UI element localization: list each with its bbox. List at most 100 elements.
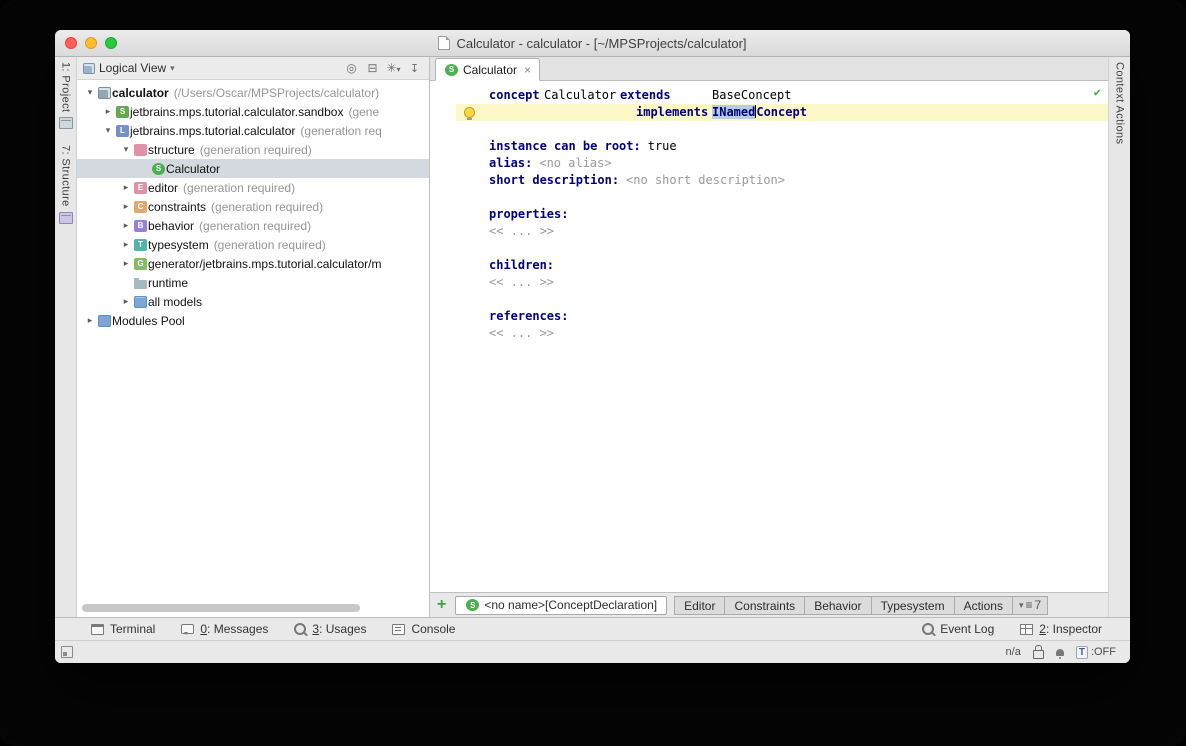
tree-item-icon — [134, 277, 147, 289]
code-line-properties[interactable]: properties: — [430, 206, 1108, 223]
implements-value-cell[interactable]: INamedConcept — [712, 104, 807, 121]
expand-arrow[interactable]: ▸ — [83, 315, 97, 326]
chevron-down-icon[interactable]: ▾ — [170, 63, 175, 74]
document-icon — [438, 36, 451, 50]
tree-row[interactable]: ▸ E editor (generation required) — [77, 178, 429, 197]
inspector-button[interactable]: 2: Inspector — [1020, 622, 1102, 636]
messages-button[interactable]: 0: Messages — [181, 622, 268, 636]
code-line-children[interactable]: children: — [430, 257, 1108, 274]
usages-button[interactable]: 3: Usages — [294, 622, 366, 636]
keyword-instance-root: instance can be root: — [489, 139, 641, 153]
add-aspect-button[interactable]: + — [437, 597, 446, 613]
expand-arrow[interactable]: ▾ — [101, 125, 115, 136]
chevron-down-icon: ▾ — [1018, 600, 1024, 610]
titlebar[interactable]: Calculator - calculator - [~/MPSProjects… — [55, 30, 1130, 57]
expand-arrow[interactable]: ▾ — [119, 144, 133, 155]
code-line-short-description[interactable]: short description: <no short description> — [430, 172, 1108, 189]
tree-row[interactable]: ▸ G generator/jetbrains.mps.tutorial.cal… — [77, 254, 429, 273]
keyword-children: children: — [489, 258, 555, 272]
expand-arrow[interactable]: ▸ — [119, 296, 133, 307]
concept-icon: S — [466, 599, 480, 611]
aspect-tab-editor[interactable]: Editor — [674, 595, 726, 615]
references-empty-cell[interactable]: << ... >> — [489, 326, 554, 340]
expand-arrow[interactable]: ▸ — [119, 239, 133, 250]
code-line-properties-empty[interactable]: << ... >> — [430, 223, 1108, 240]
collapse-all-icon[interactable]: ⊟ — [364, 61, 381, 75]
expand-arrow[interactable]: ▸ — [119, 201, 133, 212]
code-line-implements[interactable]: implements INamedConcept — [430, 104, 1108, 121]
tool-window-toggle-icon[interactable] — [61, 646, 73, 658]
aspect-tab-behavior[interactable]: Behavior — [804, 595, 872, 615]
concept-name-cell[interactable]: Calculator — [544, 87, 616, 104]
expand-arrow[interactable]: ▸ — [101, 106, 115, 117]
gear-icon[interactable]: ✳▾ — [385, 61, 402, 75]
code-line-references[interactable]: references: — [430, 308, 1108, 325]
code-editor[interactable]: concept Calculator extends BaseConcept i… — [430, 81, 1108, 592]
tree-row[interactable]: ▸ B behavior (generation required) — [77, 216, 429, 235]
editor-tab-calculator[interactable]: S Calculator × — [435, 58, 541, 81]
code-line-alias[interactable]: alias: <no alias> — [430, 155, 1108, 172]
instance-root-value[interactable]: true — [648, 139, 677, 153]
expand-arrow[interactable]: ▾ — [83, 87, 97, 98]
aspect-tab-actions[interactable]: Actions — [953, 595, 1013, 615]
short-description-value[interactable]: <no short description> — [626, 173, 785, 187]
extends-value-cell[interactable]: BaseConcept — [712, 87, 791, 104]
expand-arrow[interactable]: ▸ — [119, 220, 133, 231]
intention-bulb-icon[interactable] — [464, 107, 475, 120]
tree-item-icon — [134, 295, 147, 308]
hide-panel-icon[interactable]: ↧ — [406, 62, 423, 75]
tree-item-label: structure — [148, 142, 195, 157]
tree-item-label: constraints — [148, 199, 207, 214]
code-line-concept[interactable]: concept Calculator extends BaseConcept — [430, 87, 1108, 104]
tool-button-project[interactable]: 1: Project — [58, 62, 73, 130]
search-icon — [294, 623, 307, 635]
tree-row[interactable]: ▸ all models — [77, 292, 429, 311]
tool-button-structure[interactable]: 7: Structure — [58, 145, 73, 225]
code-line-children-empty[interactable]: << ... >> — [430, 274, 1108, 291]
horizontal-scrollbar[interactable] — [77, 604, 429, 613]
lock-icon[interactable] — [1032, 644, 1044, 659]
tool-button-context-actions[interactable]: Context Actions — [1114, 62, 1126, 144]
code-line-references-empty[interactable]: << ... >> — [430, 325, 1108, 342]
tree-row[interactable]: ▸ C constraints (generation required) — [77, 197, 429, 216]
event-log-button[interactable]: Event Log — [922, 622, 994, 636]
tree-item-label: Modules Pool — [112, 313, 185, 328]
tree-row[interactable]: ▾ structure (generation required) — [77, 140, 429, 159]
close-tab-icon[interactable]: × — [524, 63, 531, 77]
hidden-tabs-button[interactable]: ▾ ≡ 7 — [1011, 595, 1049, 615]
tree-item-detail: (generation required) — [199, 142, 312, 157]
current-node-tab[interactable]: S <no name>[ConceptDeclaration] — [455, 595, 668, 615]
terminal-button[interactable]: Terminal — [91, 622, 155, 636]
alias-value[interactable]: <no alias> — [539, 156, 611, 170]
project-tree: ▾ calculator (/Users/Oscar/MPSProjects/c… — [77, 80, 429, 608]
selected-text: INamed — [712, 105, 756, 119]
scroll-from-source-icon[interactable]: ◎ — [343, 61, 360, 75]
tree-row[interactable]: ▸ Modules Pool — [77, 311, 429, 330]
tree-item-label: runtime — [148, 275, 189, 290]
terminal-icon — [91, 623, 104, 635]
tree-row[interactable]: S Calculator — [77, 159, 429, 178]
tree-row[interactable]: ▾ calculator (/Users/Oscar/MPSProjects/c… — [77, 83, 429, 102]
notifications-icon[interactable] — [1055, 648, 1064, 659]
aspect-tab-constraints[interactable]: Constraints — [724, 595, 806, 615]
tree-row[interactable]: ▸ T typesystem (generation required) — [77, 235, 429, 254]
usages-label: 3: Usages — [312, 622, 367, 636]
main-area: 1: Project 7: Structure Logical View ▾ ◎ — [55, 57, 1130, 617]
window-title-wrap: Calculator - calculator - [~/MPSProjects… — [55, 30, 1130, 56]
current-node-label: <no name>[ConceptDeclaration] — [484, 598, 658, 612]
properties-empty-cell[interactable]: << ... >> — [489, 224, 554, 238]
tree-row[interactable]: runtime — [77, 273, 429, 292]
typesystem-toggle[interactable]: T :OFF — [1075, 645, 1116, 659]
tree-item-label: Calculator — [166, 161, 221, 176]
tree-row[interactable]: ▾ L jetbrains.mps.tutorial.calculator (g… — [77, 121, 429, 140]
children-empty-cell[interactable]: << ... >> — [489, 275, 554, 289]
scrollbar-thumb[interactable] — [82, 604, 360, 612]
expand-arrow[interactable]: ▸ — [119, 182, 133, 193]
console-button[interactable]: Console — [392, 622, 455, 636]
view-selector[interactable]: Logical View — [99, 61, 166, 75]
aspect-tab-typesystem[interactable]: Typesystem — [870, 595, 955, 615]
keyword-implements: implements — [636, 105, 709, 119]
expand-arrow[interactable]: ▸ — [119, 258, 133, 269]
tree-row[interactable]: ▸ S jetbrains.mps.tutorial.calculator.sa… — [77, 102, 429, 121]
code-line-instance-root[interactable]: instance can be root: true — [430, 138, 1108, 155]
